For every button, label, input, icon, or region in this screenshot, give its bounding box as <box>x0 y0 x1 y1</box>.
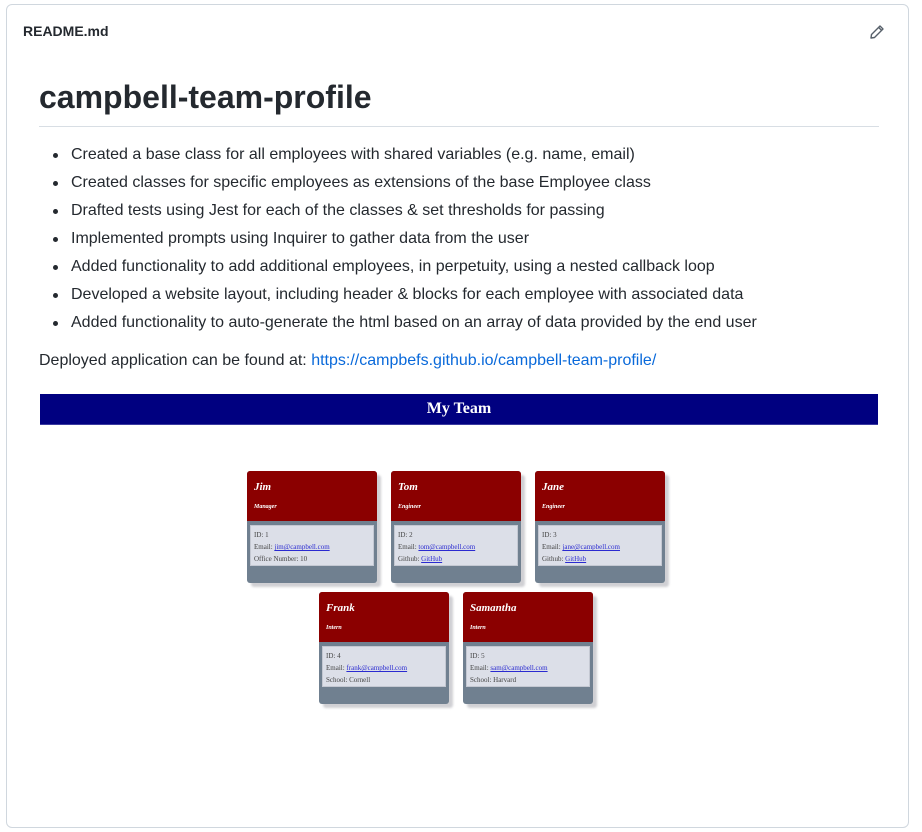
employee-role: Engineer <box>398 504 422 510</box>
employee-id: ID: 4 <box>326 652 341 660</box>
employee-id: ID: 5 <box>470 652 485 660</box>
employee-name: Samantha <box>470 602 517 614</box>
list-item: Added functionality to add additional em… <box>53 253 879 281</box>
card-details: ID: 4 Email: frank@campbell.com School: … <box>322 646 446 687</box>
list-item: Drafted tests using Jest for each of the… <box>53 197 879 225</box>
card-header: Frank Intern <box>319 592 449 642</box>
employee-name: Jim <box>254 481 272 493</box>
employee-name: Jane <box>542 481 564 493</box>
employee-email-row: Email: jim@campbell.com <box>254 541 370 553</box>
github-label: Github: <box>542 555 564 563</box>
card-header: Jim Manager <box>247 471 377 521</box>
readme-content: campbell-team-profile Created a base cla… <box>39 63 879 704</box>
employee-email-link[interactable]: sam@campbell.com <box>490 664 547 672</box>
employee-id: ID: 2 <box>398 531 413 539</box>
deploy-link[interactable]: https://campbefs.github.io/campbell-team… <box>311 352 656 369</box>
deploy-paragraph: Deployed application can be found at: ht… <box>39 349 879 373</box>
employee-email-row: Email: sam@campbell.com <box>470 662 586 674</box>
card-header: Tom Engineer <box>391 471 521 521</box>
employee-email-link[interactable]: tom@campbell.com <box>418 543 475 551</box>
employee-extra: Office Number: 10 <box>254 555 308 563</box>
pencil-icon <box>870 25 884 39</box>
employee-role: Manager <box>254 504 277 510</box>
list-item: Implemented prompts using Inquirer to ga… <box>53 225 879 253</box>
edit-file-button[interactable] <box>866 21 888 43</box>
file-name: README.md <box>23 23 109 39</box>
readme-title: campbell-team-profile <box>39 77 879 127</box>
readme-panel: README.md campbell-team-profile Created … <box>6 4 909 828</box>
employee-extra: School: Cornell <box>326 676 371 684</box>
card-header: Jane Engineer <box>535 471 665 521</box>
card-details: ID: 5 Email: sam@campbell.com School: Ha… <box>466 646 590 687</box>
list-item: Created classes for specific employees a… <box>53 169 879 197</box>
card-header: Samantha Intern <box>463 592 593 642</box>
github-label: Github: <box>398 555 420 563</box>
employee-email-row: Email: tom@campbell.com <box>398 541 514 553</box>
feature-list: Created a base class for all employees w… <box>39 141 879 337</box>
email-label: Email: <box>542 543 561 551</box>
employee-card: Frank Intern ID: 4 Email: frank@campbell… <box>319 592 449 704</box>
employee-id: ID: 3 <box>542 531 557 539</box>
employee-id: ID: 1 <box>254 531 269 539</box>
employee-role: Intern <box>470 625 486 631</box>
employee-extra-row: Github: GitHub <box>542 553 658 565</box>
deploy-text: Deployed application can be found at: <box>39 352 307 369</box>
card-details: ID: 3 Email: jane@campbell.com Github: G… <box>538 525 662 566</box>
employee-extra-row: Github: GitHub <box>398 553 514 565</box>
github-link[interactable]: GitHub <box>421 555 442 563</box>
card-details: ID: 1 Email: jim@campbell.com Office Num… <box>250 525 374 566</box>
email-label: Email: <box>326 664 345 672</box>
readme-header: README.md <box>7 5 908 59</box>
employee-card: Jim Manager ID: 1 Email: jim@campbell.co… <box>247 471 377 583</box>
employee-name: Tom <box>398 481 418 493</box>
employee-role: Intern <box>326 625 342 631</box>
employee-card: Tom Engineer ID: 2 Email: tom@campbell.c… <box>391 471 521 583</box>
github-link[interactable]: GitHub <box>565 555 586 563</box>
card-details: ID: 2 Email: tom@campbell.com Github: Gi… <box>394 525 518 566</box>
employee-email-row: Email: frank@campbell.com <box>326 662 442 674</box>
email-label: Email: <box>254 543 273 551</box>
employee-name: Frank <box>326 602 355 614</box>
employee-email-row: Email: jane@campbell.com <box>542 541 658 553</box>
employee-card: Samantha Intern ID: 5 Email: sam@campbel… <box>463 592 593 704</box>
app-screenshot: My Team Jim Manager ID: 1 Email: jim@cam… <box>40 394 878 714</box>
employee-card: Jane Engineer ID: 3 Email: jane@campbell… <box>535 471 665 583</box>
employee-role: Engineer <box>542 504 566 510</box>
list-item: Added functionality to auto-generate the… <box>53 309 879 337</box>
list-item: Developed a website layout, including he… <box>53 281 879 309</box>
list-item: Created a base class for all employees w… <box>53 141 879 169</box>
employee-email-link[interactable]: frank@campbell.com <box>346 664 407 672</box>
employee-email-link[interactable]: jim@campbell.com <box>274 543 329 551</box>
email-label: Email: <box>470 664 489 672</box>
employee-email-link[interactable]: jane@campbell.com <box>562 543 620 551</box>
employee-extra: School: Harvard <box>470 676 517 684</box>
my-team-header: My Team <box>40 394 878 424</box>
email-label: Email: <box>398 543 417 551</box>
